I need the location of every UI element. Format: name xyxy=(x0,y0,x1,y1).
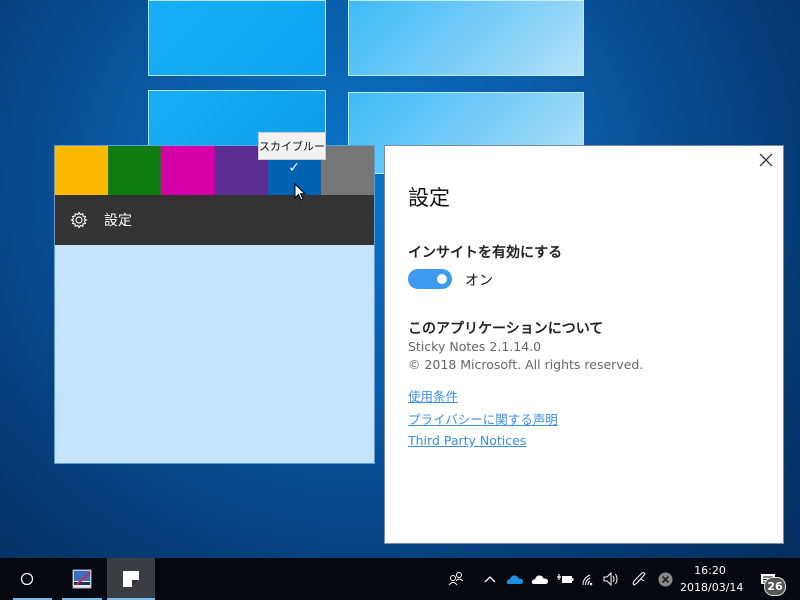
gear-icon xyxy=(70,211,88,229)
toggle-knob xyxy=(437,274,447,284)
sticky-note[interactable]: ✓ 設定 xyxy=(54,145,375,464)
error-circle-icon xyxy=(658,572,672,586)
mouse-cursor-icon xyxy=(294,183,306,201)
disconnected-status-button[interactable] xyxy=(656,569,674,589)
color-tooltip: スカイブルー xyxy=(258,132,326,160)
taskbar-clock[interactable]: 16:20 2018/03/14 xyxy=(680,562,744,596)
color-swatch-pink[interactable] xyxy=(161,146,215,195)
about-heading: このアプリケーションについて xyxy=(408,321,604,337)
notification-count-badge: 26 xyxy=(764,577,786,596)
check-icon: ✓ xyxy=(288,160,301,176)
copyright-text: © 2018 Microsoft. All rights reserved. xyxy=(408,357,644,372)
wallpaper-pane xyxy=(348,0,584,76)
paint-app-icon xyxy=(72,569,92,589)
show-hidden-icons-button[interactable] xyxy=(482,569,498,589)
pen-workspace-button[interactable] xyxy=(630,569,648,589)
cortana-icon xyxy=(20,572,34,586)
settings-panel: 設定 インサイトを有効にする オン このアプリケーションについて Sticky … xyxy=(384,145,784,544)
onedrive-business-button[interactable] xyxy=(505,569,525,589)
app-version: Sticky Notes 2.1.14.0 xyxy=(408,339,542,354)
speaker-icon xyxy=(603,572,618,586)
people-button[interactable] xyxy=(446,569,466,589)
battery-charging-icon xyxy=(557,574,574,583)
color-swatch-yellow[interactable] xyxy=(55,146,109,195)
insights-toggle-state: オン xyxy=(465,273,493,289)
insights-heading: インサイトを有効にする xyxy=(408,245,563,261)
settings-menu-label: 設定 xyxy=(104,213,132,229)
pen-icon xyxy=(632,572,646,586)
onedrive-button[interactable] xyxy=(530,569,550,589)
taskbar: 16:20 2018/03/14 26 xyxy=(0,558,800,600)
close-icon[interactable] xyxy=(759,153,773,167)
onedrive-white-icon xyxy=(531,575,548,584)
taskbar-app-paint[interactable] xyxy=(62,558,102,600)
sticky-notes-app-icon xyxy=(123,571,139,587)
privacy-statement-link[interactable]: プライバシーに関する声明 xyxy=(408,409,558,428)
terms-of-use-link[interactable]: 使用条件 xyxy=(408,386,458,405)
insights-toggle[interactable] xyxy=(408,269,452,289)
color-picker: ✓ xyxy=(55,146,375,195)
battery-button[interactable] xyxy=(555,569,575,589)
wallpaper-pane xyxy=(148,0,326,76)
wifi-icon xyxy=(582,574,593,586)
third-party-notices-link[interactable]: Third Party Notices xyxy=(408,433,526,448)
chevron-up-icon xyxy=(484,576,496,583)
taskbar-app-sticky-notes[interactable] xyxy=(107,558,155,600)
volume-button[interactable] xyxy=(603,569,621,589)
cortana-button[interactable] xyxy=(0,558,54,600)
settings-menu-item[interactable]: 設定 xyxy=(55,195,374,245)
onedrive-icon xyxy=(506,575,523,584)
color-swatch-gray[interactable] xyxy=(320,146,375,195)
color-swatch-green[interactable] xyxy=(108,146,162,195)
clock-date: 2018/03/14 xyxy=(680,581,744,594)
clock-time: 16:20 xyxy=(694,564,726,577)
settings-title: 設定 xyxy=(408,186,450,210)
network-button[interactable] xyxy=(580,569,596,589)
people-icon xyxy=(448,572,464,586)
